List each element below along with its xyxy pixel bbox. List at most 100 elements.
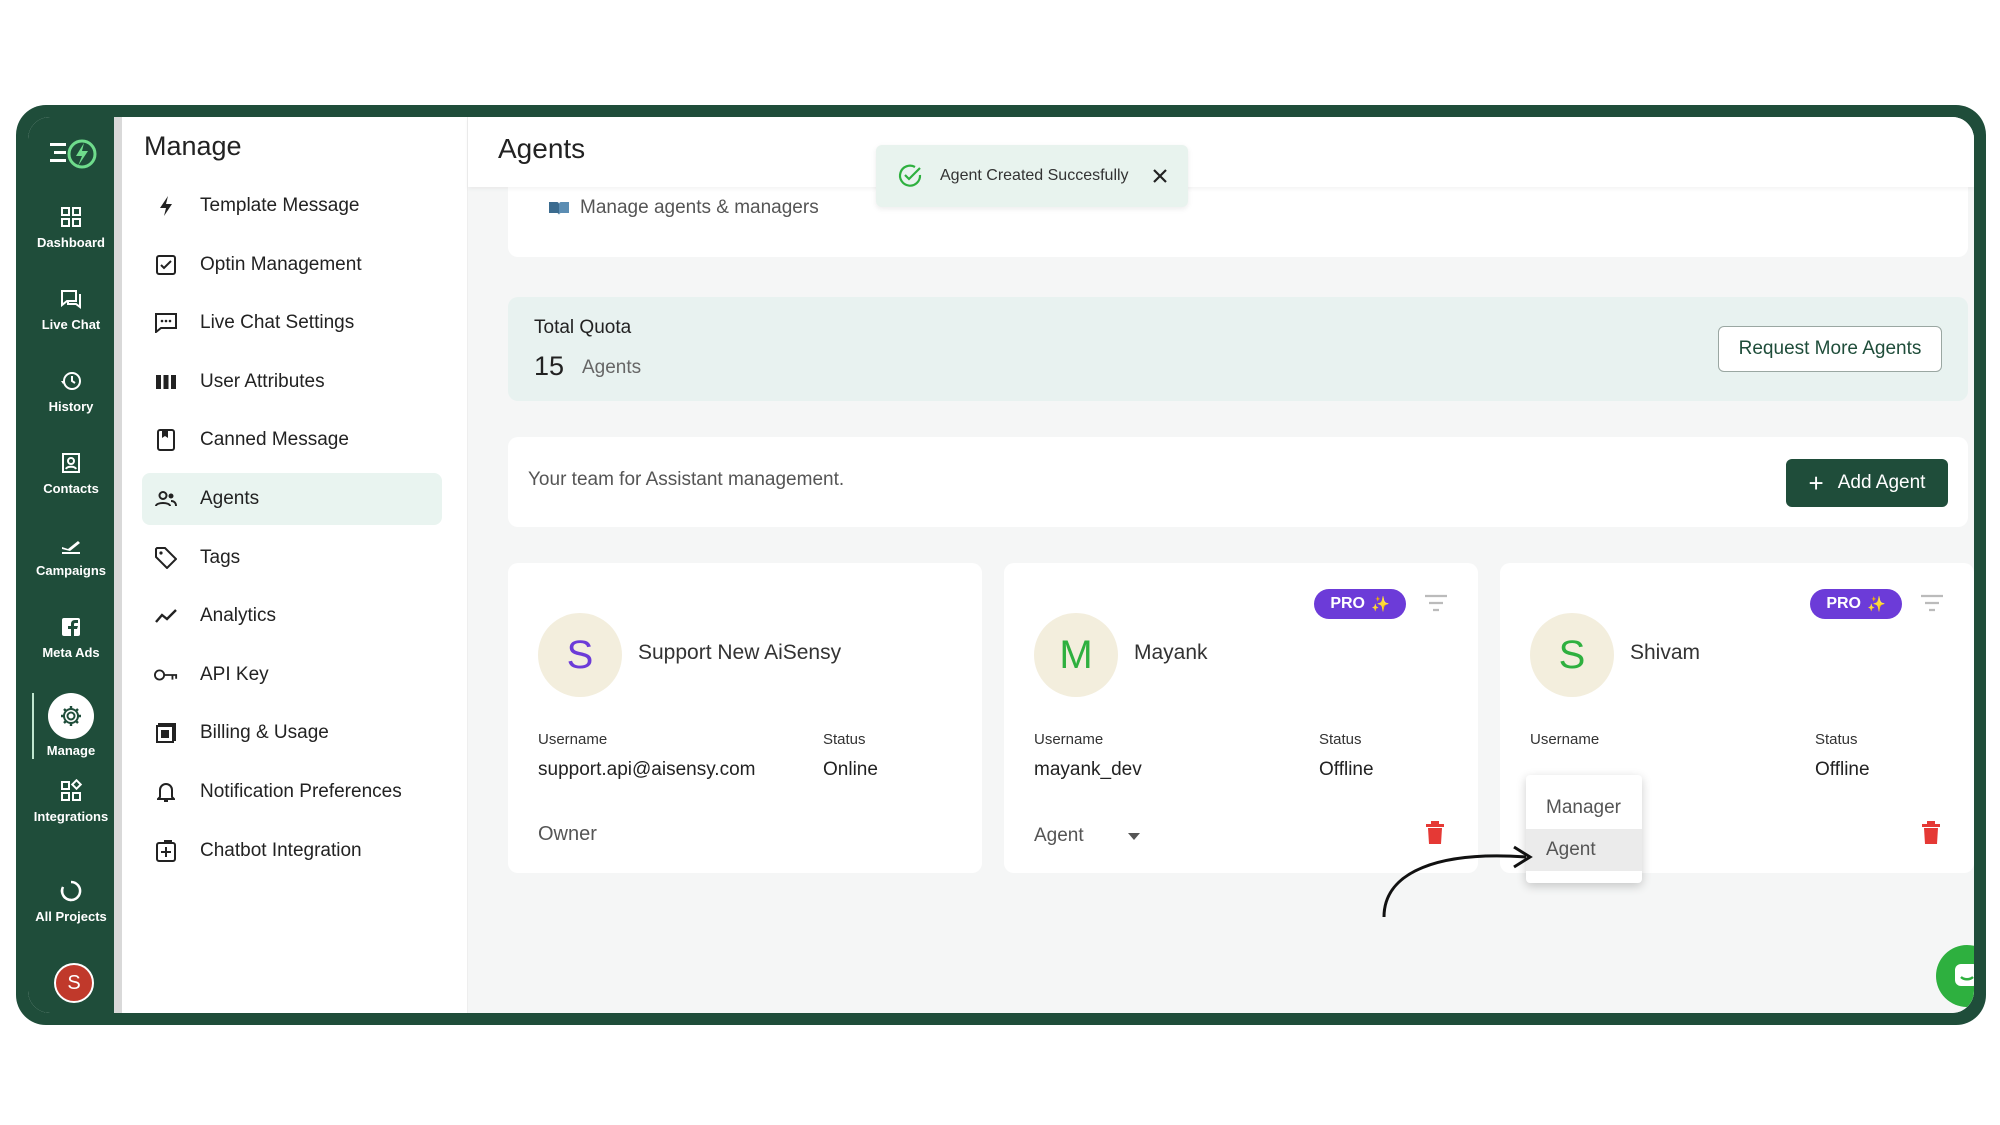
menu-item-billing-usage[interactable]: Billing & Usage [142, 707, 442, 759]
status-value: Online [823, 759, 878, 780]
intro-card: Manage agents & managers [508, 187, 1968, 257]
history-icon [61, 372, 81, 390]
manage-icon-wrap [48, 693, 94, 739]
menu-label: Billing & Usage [200, 722, 329, 743]
username-label: Username [1034, 731, 1104, 748]
menu-label: Template Message [200, 195, 360, 216]
agent-name: Mayank [1134, 641, 1208, 664]
rail-item-manage[interactable]: Manage [28, 693, 114, 758]
plus-box-icon [154, 839, 178, 863]
meta-ads-icon [62, 618, 80, 636]
quota-label: Total Quota [534, 317, 632, 338]
agent-initial: M [1059, 632, 1093, 677]
status-value: Offline [1815, 759, 1870, 780]
agent-card: S Support New AiSensy Username support.a… [508, 563, 982, 873]
menu-item-chatbot-integration[interactable]: Chatbot Integration [142, 825, 442, 877]
annotation-arrow-icon [1382, 845, 1533, 918]
plus-icon: + [1808, 468, 1824, 498]
add-agent-button[interactable]: + Add Agent [1786, 459, 1948, 507]
rail-item-dashboard[interactable]: Dashboard [28, 205, 114, 250]
rail-item-all-projects[interactable]: All Projects [28, 879, 114, 924]
status-label: Status [1815, 731, 1858, 748]
agent-initial: S [1558, 632, 1586, 677]
rail-item-live-chat[interactable]: Live Chat [28, 287, 114, 332]
manage-panel: Manage Template Message Optin Management… [122, 117, 468, 1013]
pro-badge: PRO ✨ [1810, 589, 1902, 619]
pro-label: PRO [1826, 595, 1861, 612]
app-frame: Dashboard Live Chat History Contacts Cam… [16, 105, 1986, 1025]
menu-label: Tags [200, 547, 241, 568]
quota-value: 15 [534, 351, 565, 381]
columns-icon [154, 370, 178, 394]
sparkle-icon: ✨ [1866, 596, 1886, 613]
menu-item-canned-message[interactable]: Canned Message [142, 414, 442, 466]
role-select[interactable]: Agent [1034, 825, 1140, 847]
role-select-value: Agent [1034, 825, 1084, 846]
filter-icon[interactable] [1424, 593, 1448, 613]
chat-bubble-icon [1955, 964, 1974, 986]
agent-avatar: S [1530, 613, 1614, 697]
close-icon[interactable] [1150, 166, 1170, 186]
rail-item-campaigns[interactable]: Campaigns [28, 533, 114, 578]
role-dropdown-menu: Manager Agent [1526, 775, 1642, 883]
menu-label: API Key [200, 664, 269, 685]
menu-item-notification-preferences[interactable]: Notification Preferences [142, 766, 442, 818]
book-icon [549, 202, 569, 215]
menu-item-template-message[interactable]: Template Message [142, 180, 442, 232]
menu-label: User Attributes [200, 371, 325, 392]
menu-item-live-chat-settings[interactable]: Live Chat Settings [142, 297, 442, 349]
team-description: Your team for Assistant management. [528, 469, 845, 490]
rail-label: Integrations [33, 809, 109, 824]
menu-item-api-key[interactable]: API Key [142, 649, 442, 701]
main-header: Agents [468, 117, 1974, 187]
agent-name: Shivam [1630, 641, 1701, 664]
rail-item-meta-ads[interactable]: Meta Ads [28, 615, 114, 660]
menu-label: Agents [200, 488, 260, 509]
left-rail: Dashboard Live Chat History Contacts Cam… [28, 117, 114, 1013]
menu-item-tags[interactable]: Tags [142, 532, 442, 584]
gear-icon [61, 706, 81, 726]
chat-settings-icon [154, 311, 178, 335]
menu-item-analytics[interactable]: Analytics [142, 590, 442, 642]
app-window: Dashboard Live Chat History Contacts Cam… [28, 117, 1974, 1013]
avatar-initial: S [67, 971, 81, 994]
rail-label: History [48, 399, 94, 414]
rail-label: All Projects [35, 909, 107, 924]
user-avatar[interactable]: S [54, 963, 94, 1003]
checkbox-icon [154, 253, 178, 277]
status-value: Offline [1319, 759, 1374, 780]
rail-item-history[interactable]: History [28, 369, 114, 414]
status-label: Status [823, 731, 866, 748]
menu-item-agents[interactable]: Agents [142, 473, 442, 525]
username-label: Username [538, 731, 608, 748]
rail-item-contacts[interactable]: Contacts [28, 451, 114, 496]
rail-scrollbar[interactable] [114, 117, 122, 1013]
aisensy-logo-icon [50, 139, 97, 169]
tag-icon [154, 546, 178, 570]
request-more-agents-button[interactable]: Request More Agents [1718, 326, 1942, 372]
intro-link-text: Manage agents & managers [580, 197, 819, 218]
all-projects-icon [60, 880, 82, 902]
agent-initial: S [566, 632, 594, 677]
menu-label: Optin Management [200, 254, 362, 275]
pro-label: PRO [1330, 595, 1365, 612]
dropdown-option-agent[interactable]: Agent [1526, 829, 1642, 871]
rail-label: Contacts [43, 481, 99, 496]
trash-icon[interactable] [1920, 819, 1942, 845]
rail-label: Campaigns [35, 563, 107, 578]
filter-icon[interactable] [1920, 593, 1944, 613]
manage-agents-link[interactable]: Manage agents & managers [548, 197, 819, 219]
analytics-icon [154, 604, 178, 628]
menu-label: Notification Preferences [200, 781, 402, 802]
quota-card: Total Quota 15 Agents Request More Agent… [508, 297, 1968, 401]
bookmark-icon [154, 428, 178, 452]
menu-item-optin-management[interactable]: Optin Management [142, 239, 442, 291]
dropdown-option-manager[interactable]: Manager [1526, 787, 1642, 829]
menu-item-user-attributes[interactable]: User Attributes [142, 356, 442, 408]
rail-label: Meta Ads [42, 645, 100, 660]
rail-item-integrations[interactable]: Integrations [28, 779, 114, 824]
key-icon [154, 663, 178, 687]
campaigns-icon [62, 541, 80, 554]
username-value: support.api@aisensy.com [538, 759, 756, 780]
lightning-icon [154, 194, 178, 218]
